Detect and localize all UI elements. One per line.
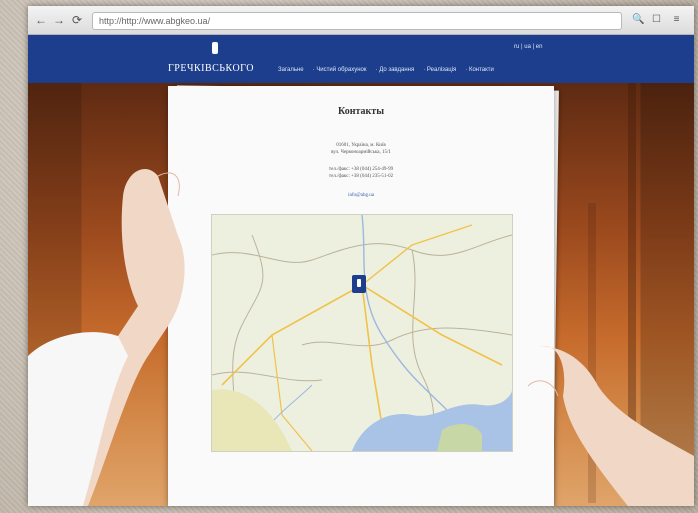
page-icon[interactable]: ☐ [650, 13, 663, 26]
nav-item-task[interactable]: До завдання [379, 67, 414, 73]
nav-item-general[interactable]: Загальне [278, 67, 304, 73]
nav-item-contacts[interactable]: Контакти [469, 67, 494, 73]
site-header: ГРЕЧКІВСЬКОГО Загальне · Чистий обрахунок… [28, 35, 694, 83]
map-graphic [212, 215, 512, 451]
left-hand [28, 168, 185, 506]
browser-toolbar: ← → ⟳ http://http://www.abgkeo.ua/ 🔍 ☐ ≡ [28, 6, 694, 35]
phone-line: тел./факс: +38 (044) 254-49-99 [328, 167, 394, 172]
logo-icon [212, 42, 218, 54]
reload-icon[interactable]: ⟳ [70, 13, 84, 27]
page-title: Контакты [337, 106, 385, 117]
search-icon[interactable]: 🔍 [632, 13, 645, 26]
language-switcher[interactable]: ru | ua | en [514, 44, 542, 50]
contact-sheet: Контакты 01601, Україна, м. Київ вул. Че… [168, 86, 554, 506]
back-arrow-icon[interactable]: ← [34, 13, 48, 27]
forward-arrow-icon[interactable]: → [52, 13, 66, 27]
address-line: 01601, Україна, м. Київ [336, 143, 386, 148]
address-line: вул. Червоноармійська, 15/1 [331, 150, 391, 155]
browser-window: ← → ⟳ http://http://www.abgkeo.ua/ 🔍 ☐ ≡… [28, 6, 694, 506]
right-hand [527, 346, 694, 506]
menu-icon[interactable]: ≡ [670, 13, 683, 26]
nav-item-calculation[interactable]: Чистий обрахунок [316, 67, 366, 73]
main-nav: Загальне · Чистий обрахунок · До завдання ·… [278, 67, 494, 73]
email-link[interactable]: info@abg.ua [168, 193, 554, 198]
map-pin-icon[interactable] [352, 275, 366, 293]
map[interactable] [211, 214, 513, 452]
url-text: http://http://www.abgkeo.ua/ [99, 16, 211, 26]
nav-item-realization[interactable]: Реалізація [427, 67, 456, 73]
url-input[interactable]: http://http://www.abgkeo.ua/ [92, 12, 622, 30]
phone-line: тел./факс: +38 (044) 235-51-02 [328, 174, 394, 179]
logo-text[interactable]: ГРЕЧКІВСЬКОГО [168, 63, 254, 74]
